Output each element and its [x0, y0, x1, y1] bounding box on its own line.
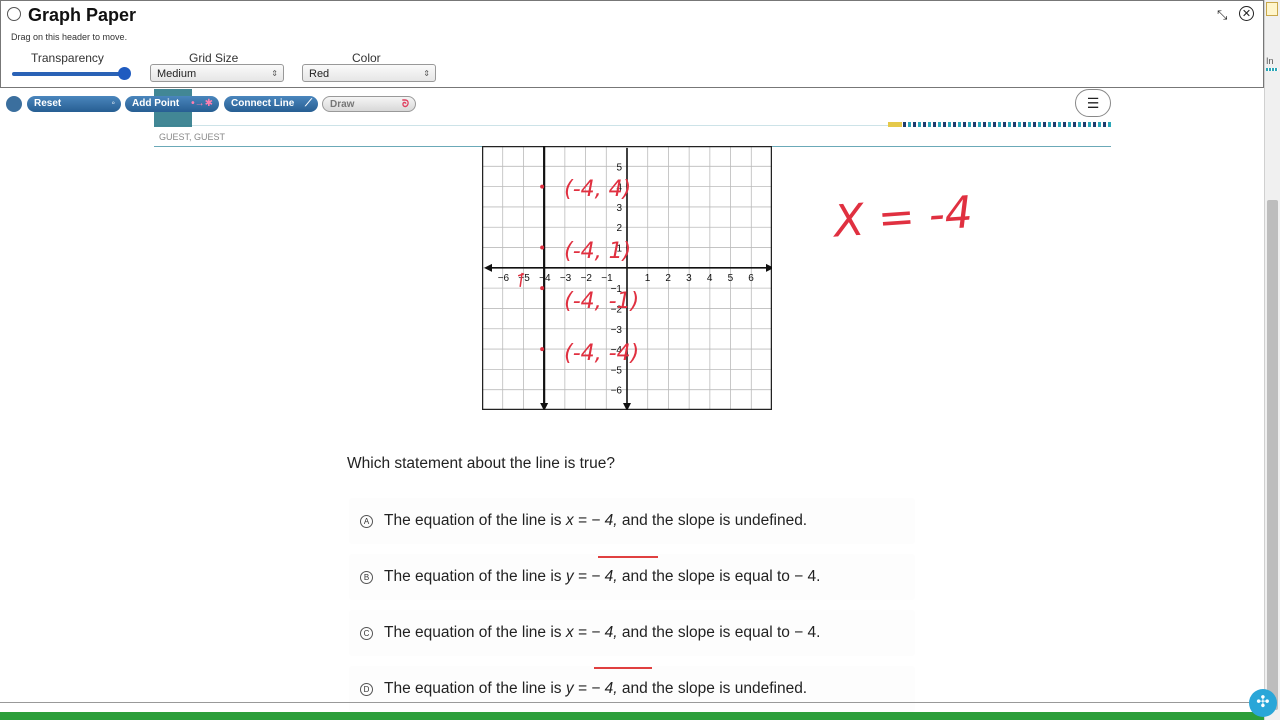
plotted-point [540, 347, 545, 352]
plotted-point [540, 184, 545, 189]
handwritten-point-label: (-4, -4) [564, 341, 639, 366]
handwritten-point-label: (-4, -1) [564, 289, 639, 314]
x-tick-label: 6 [748, 273, 754, 284]
option-text: The equation of the line is y = − 4, and… [384, 568, 820, 586]
answer-option-a[interactable]: A The equation of the line is x = − 4, an… [349, 498, 915, 544]
option-letter-badge: A [360, 515, 373, 528]
option-eq: y = − 4, [565, 680, 618, 697]
reset-label: Reset [34, 98, 62, 109]
plotted-point [540, 245, 545, 250]
draw-label: Draw [330, 99, 355, 110]
scrollbar-thumb[interactable] [1267, 200, 1278, 710]
underline-mark [598, 556, 658, 558]
select-arrows-icon: ⇕ [423, 69, 430, 78]
connect-line-label: Connect Line [231, 98, 295, 109]
plotted-point [540, 286, 545, 291]
draw-button[interactable]: Draw ᘐ [322, 96, 416, 112]
select-arrows-icon: ⇕ [271, 69, 278, 78]
current-question-marker[interactable] [888, 122, 902, 127]
x-tick-label: 5 [728, 273, 734, 284]
graph-paper-title: Graph Paper [28, 5, 137, 25]
bookmark-icon[interactable] [1266, 2, 1278, 16]
close-icon[interactable]: ✕ [1239, 6, 1254, 21]
option-post: and the slope is undefined. [617, 680, 808, 697]
collapse-icon[interactable]: ⤡ [1217, 7, 1233, 23]
drag-hint: Drag on this header to move. [11, 32, 128, 42]
graph-paper-icon [7, 7, 21, 21]
handwritten-point-label: (-4, 4) [564, 177, 631, 202]
x-tick-label: 2 [665, 273, 671, 284]
coordinate-grid: −6−5−4−3−2−112345654321−1−2−3−4−5−6 x (-… [482, 146, 772, 410]
reset-icon: ◦ [111, 98, 115, 109]
home-icon[interactable] [6, 96, 22, 112]
bottom-status-bar [0, 712, 1264, 720]
y-tick-label: −6 [611, 386, 623, 397]
x-tick-label: −4 [539, 273, 551, 284]
question-progress-bar[interactable] [888, 122, 1111, 127]
color-select[interactable]: Red ⇕ [302, 64, 436, 82]
grid-size-label: Grid Size [189, 51, 239, 65]
x-tick-label: −6 [498, 273, 510, 284]
y-tick-label: 3 [616, 203, 622, 214]
student-name: GUEST, GUEST [159, 132, 226, 142]
x-axis-arrow-left [484, 263, 492, 272]
option-eq: y = − 4, [565, 568, 618, 585]
connect-line-button[interactable]: Connect Line ⟋ [224, 96, 318, 112]
transparency-slider-handle[interactable] [118, 67, 131, 80]
bottom-rule [0, 702, 1264, 703]
x-tick-label: −1 [601, 273, 613, 284]
color-label: Color [352, 51, 381, 65]
color-value: Red [309, 68, 330, 80]
y-tick-label: 5 [616, 162, 622, 173]
option-text: The equation of the line is y = − 4, and… [384, 680, 807, 698]
option-pre: The equation of the line is [384, 568, 566, 585]
answer-option-b[interactable]: B The equation of the line is y = − 4, an… [349, 554, 915, 600]
menu-button[interactable]: ☰ [1075, 89, 1111, 117]
transparency-slider[interactable] [12, 72, 127, 76]
add-point-label: Add Point [132, 98, 180, 109]
hamburger-icon: ☰ [1086, 95, 1100, 111]
question-prompt: Which statement about the line is true? [347, 455, 615, 472]
option-pre: The equation of the line is [384, 512, 566, 529]
option-eq: x = − 4, [565, 512, 618, 529]
y-tick-label: −3 [611, 325, 623, 336]
option-text: The equation of the line is x = − 4, and… [384, 624, 820, 642]
y-tick-label: −5 [611, 365, 623, 376]
grid-size-value: Medium [157, 68, 197, 80]
option-pre: The equation of the line is [384, 680, 566, 697]
option-post: and the slope is equal to − 4. [617, 568, 821, 585]
sidebar-progress [1266, 68, 1278, 71]
option-letter-badge: C [360, 627, 373, 640]
x-tick-label: 3 [686, 273, 692, 284]
x-tick-label: 1 [645, 273, 651, 284]
option-letter-badge: B [360, 571, 373, 584]
transparency-label: Transparency [31, 51, 104, 65]
x-tick-label: −3 [560, 273, 572, 284]
option-text: The equation of the line is x = − 4, and… [384, 512, 807, 530]
equation-text: X = -4 [830, 187, 974, 248]
sidebar-label: In [1266, 56, 1274, 66]
option-pre: The equation of the line is [384, 624, 566, 641]
add-point-icon: •→✱ [191, 98, 213, 109]
option-eq: x = − 4, [565, 624, 618, 641]
option-post: and the slope is undefined. [617, 512, 808, 529]
handwritten-point-label: (-4, 1) [564, 239, 631, 264]
option-letter-badge: D [360, 683, 373, 696]
answer-option-c[interactable]: C The equation of the line is x = − 4, an… [349, 610, 915, 656]
handwritten-equation: X = -4 [830, 187, 974, 248]
underline-mark [594, 667, 652, 669]
connect-line-icon: ⟋ [305, 98, 312, 109]
y-tick-label: 2 [616, 223, 622, 234]
x-tick-label: −2 [581, 273, 593, 284]
x-tick-label: 4 [707, 273, 713, 284]
add-point-button[interactable]: Add Point •→✱ [125, 96, 219, 112]
draw-icon: ᘐ [401, 99, 409, 110]
grid-size-select[interactable]: Medium ⇕ [150, 64, 284, 82]
reset-button[interactable]: Reset ◦ [27, 96, 121, 112]
tools-fab-icon[interactable]: ✣ [1249, 689, 1277, 717]
answer-option-d[interactable]: D The equation of the line is y = − 4, an… [349, 666, 915, 712]
option-post: and the slope is equal to − 4. [617, 624, 821, 641]
